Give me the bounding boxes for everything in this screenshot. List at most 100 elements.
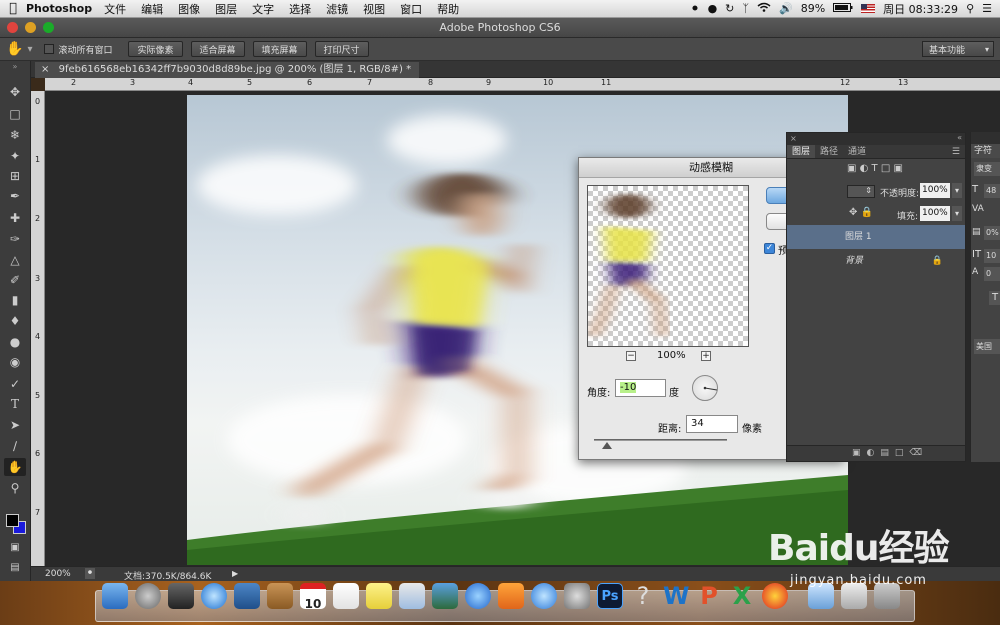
wifi-icon[interactable] <box>757 2 771 15</box>
powerpoint-icon[interactable]: P <box>696 583 722 609</box>
baseline-input[interactable]: 0 <box>984 267 1000 281</box>
spotlight-icon[interactable]: ⚲ <box>966 2 974 15</box>
magic-wand-tool-icon[interactable]: ✦ <box>4 147 26 165</box>
clone-stamp-tool-icon[interactable]: △ <box>4 251 26 269</box>
screen-mode-icon[interactable]: ▤ <box>4 559 26 577</box>
layers-panel-footer-icons[interactable]: ▣◐▤□⌫ <box>787 445 965 461</box>
filter-preview[interactable] <box>587 185 749 347</box>
tab-paths[interactable]: 路径 <box>815 145 843 158</box>
dodge-tool-icon[interactable]: ◉ <box>4 353 26 371</box>
foreground-color-swatch[interactable] <box>6 514 19 527</box>
us-flag-icon[interactable] <box>861 4 876 13</box>
apple-icon[interactable]:  <box>0 1 26 16</box>
zoom-tool-icon[interactable]: ⚲ <box>4 479 26 497</box>
language-dropdown[interactable]: 美国 <box>974 339 1000 354</box>
angle-input[interactable]: -10 <box>615 379 666 397</box>
tab-channels[interactable]: 通道 <box>843 145 871 158</box>
launchpad-icon[interactable] <box>135 583 161 609</box>
menu-layer[interactable]: 图层 <box>215 1 237 17</box>
status-expand-icon[interactable]: ▶ <box>232 569 238 578</box>
history-brush-tool-icon[interactable]: ✐ <box>4 271 26 289</box>
mission-control-icon[interactable] <box>168 583 194 609</box>
bluetooth-icon[interactable]: ᛉ <box>742 2 749 15</box>
scroll-all-windows-checkbox[interactable] <box>44 44 55 54</box>
close-panel-icon[interactable]: × <box>790 134 797 143</box>
itunes-icon[interactable] <box>465 583 491 609</box>
healing-brush-tool-icon[interactable]: ✚ <box>4 209 26 227</box>
fill-input[interactable]: 100% <box>920 206 950 221</box>
layer-row-layer1[interactable]: 图层 1 <box>787 225 965 249</box>
ibooks-icon[interactable] <box>498 583 524 609</box>
quick-mask-icon[interactable]: ▣ <box>4 539 26 557</box>
time-machine-icon[interactable]: ↻ <box>725 2 734 15</box>
clock[interactable]: 周日 08:33:29 <box>883 1 958 17</box>
print-size-button[interactable]: 打印尺寸 <box>314 41 369 57</box>
panel-menu-icon[interactable]: ☰ <box>947 145 965 158</box>
lock-icons[interactable]: ✥ 🔒 <box>849 207 873 218</box>
iphoto-icon[interactable] <box>432 583 458 609</box>
font-size-input[interactable]: 48 <box>984 184 1000 198</box>
pen-tool-icon[interactable]: ✓ <box>4 375 26 393</box>
document-tab[interactable]: × 9feb616568eb16342ff7b9030d8d89be.jpg @… <box>35 62 420 78</box>
marquee-tool-icon[interactable]: □ <box>4 105 26 123</box>
word-icon[interactable]: W <box>663 583 689 609</box>
close-tab-icon[interactable]: × <box>41 64 49 75</box>
lasso-tool-icon[interactable]: ❄ <box>4 126 26 144</box>
workspace-dropdown[interactable]: 基本功能 ▾ <box>922 41 994 57</box>
blur-tool-icon[interactable]: ● <box>4 333 26 351</box>
tool-preset-dropdown[interactable]: ▾ <box>27 44 32 55</box>
menu-image[interactable]: 图像 <box>178 1 200 17</box>
line-tool-icon[interactable]: ∕ <box>4 437 26 455</box>
menu-filter[interactable]: 滤镜 <box>326 1 348 17</box>
crop-tool-icon[interactable]: ⊞ <box>4 167 26 185</box>
system-preferences-icon[interactable] <box>564 583 590 609</box>
leading-input[interactable]: 10 <box>984 249 1000 263</box>
preview-app-icon[interactable] <box>399 583 425 609</box>
excel-icon[interactable]: X <box>729 583 755 609</box>
distance-slider-thumb[interactable] <box>602 442 613 449</box>
menu-edit[interactable]: 编辑 <box>141 1 163 17</box>
collapse-panel-icon[interactable]: « <box>957 133 962 142</box>
actual-pixels-button[interactable]: 实际像素 <box>128 41 183 57</box>
move-tool-icon[interactable]: ✥ <box>4 83 26 101</box>
eyedropper-tool-icon[interactable]: ✒ <box>4 187 26 205</box>
app-store-icon[interactable] <box>531 583 557 609</box>
menu-file[interactable]: 文件 <box>104 1 126 17</box>
eraser-tool-icon[interactable]: ▮ <box>4 291 26 309</box>
volume-icon[interactable]: 🔊 <box>779 2 793 15</box>
distance-input[interactable]: 34 <box>686 415 738 433</box>
status-menu-icon[interactable]: ⚫ <box>85 568 95 579</box>
path-selection-tool-icon[interactable]: ➤ <box>4 416 26 434</box>
unknown-app-icon[interactable]: ? <box>630 583 656 609</box>
font-family-dropdown[interactable]: 隶变 <box>974 162 1000 176</box>
fill-slider-toggle[interactable]: ▾ <box>952 206 962 221</box>
tab-character[interactable]: 字符 <box>971 144 1000 158</box>
blend-mode-dropdown[interactable]: ⇕ <box>847 185 875 198</box>
tab-layers[interactable]: 图层 <box>787 145 816 158</box>
menu-view[interactable]: 视图 <box>363 1 385 17</box>
menu-window[interactable]: 窗口 <box>400 1 422 17</box>
preview-checkbox[interactable]: ✓ <box>764 243 775 254</box>
mail-icon[interactable] <box>234 583 260 609</box>
layer-filter-icons[interactable]: ▣ ◐ T □ ▣ <box>847 163 903 174</box>
zoom-level[interactable]: 200% <box>45 569 71 579</box>
fill-screen-button[interactable]: 填充屏幕 <box>252 41 307 57</box>
zoom-out-button[interactable]: − <box>626 351 636 361</box>
menu-type[interactable]: 文字 <box>252 1 274 17</box>
notification-center-icon[interactable]: ☰ <box>982 2 992 15</box>
reminders-icon[interactable] <box>333 583 359 609</box>
battery-icon[interactable] <box>833 2 853 15</box>
brush-tool-icon[interactable]: ✑ <box>4 230 26 248</box>
fit-screen-button[interactable]: 适合屏幕 <box>190 41 245 57</box>
tracking-input[interactable]: 0% <box>984 226 1000 240</box>
collapse-toolbar-icon[interactable]: » <box>4 63 26 71</box>
layer-row-background[interactable]: 背景 🔒 <box>787 249 965 273</box>
finder-icon[interactable] <box>102 583 128 609</box>
type-tool-icon[interactable]: T <box>4 395 26 413</box>
zoom-in-button[interactable]: + <box>701 351 711 361</box>
menu-help[interactable]: 帮助 <box>437 1 459 17</box>
notification-bell-icon[interactable]: ⚫ <box>690 2 699 15</box>
menu-select[interactable]: 选择 <box>289 1 311 17</box>
calendar-icon[interactable]: 10 <box>300 583 326 611</box>
paint-bucket-tool-icon[interactable]: ♦ <box>4 312 26 330</box>
